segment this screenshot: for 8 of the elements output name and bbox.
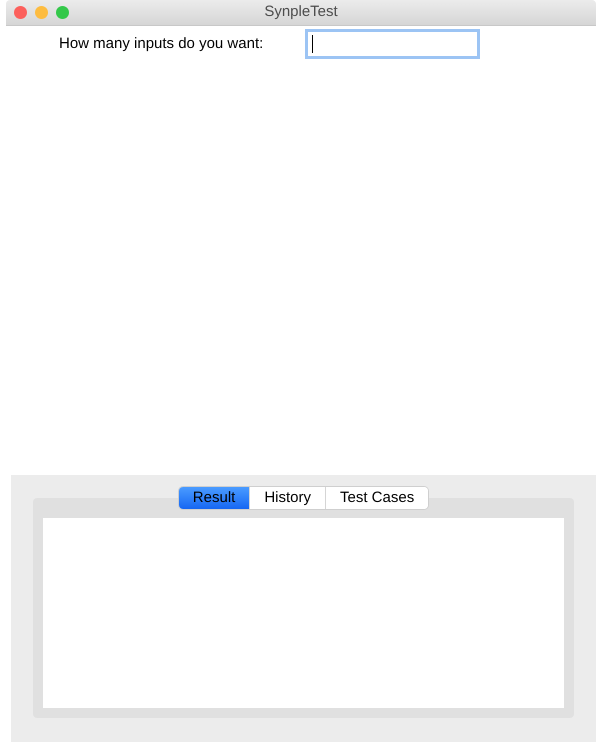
input-field[interactable] <box>305 29 480 59</box>
input-label: How many inputs do you want: <box>59 34 264 54</box>
minimize-icon[interactable] <box>35 6 48 19</box>
close-icon[interactable] <box>14 6 27 19</box>
tab[interactable]: Test Cases <box>325 487 428 509</box>
window-title: SynpleTest <box>264 2 338 22</box>
maximize-icon[interactable] <box>56 6 69 19</box>
tab[interactable]: Result <box>178 487 250 509</box>
